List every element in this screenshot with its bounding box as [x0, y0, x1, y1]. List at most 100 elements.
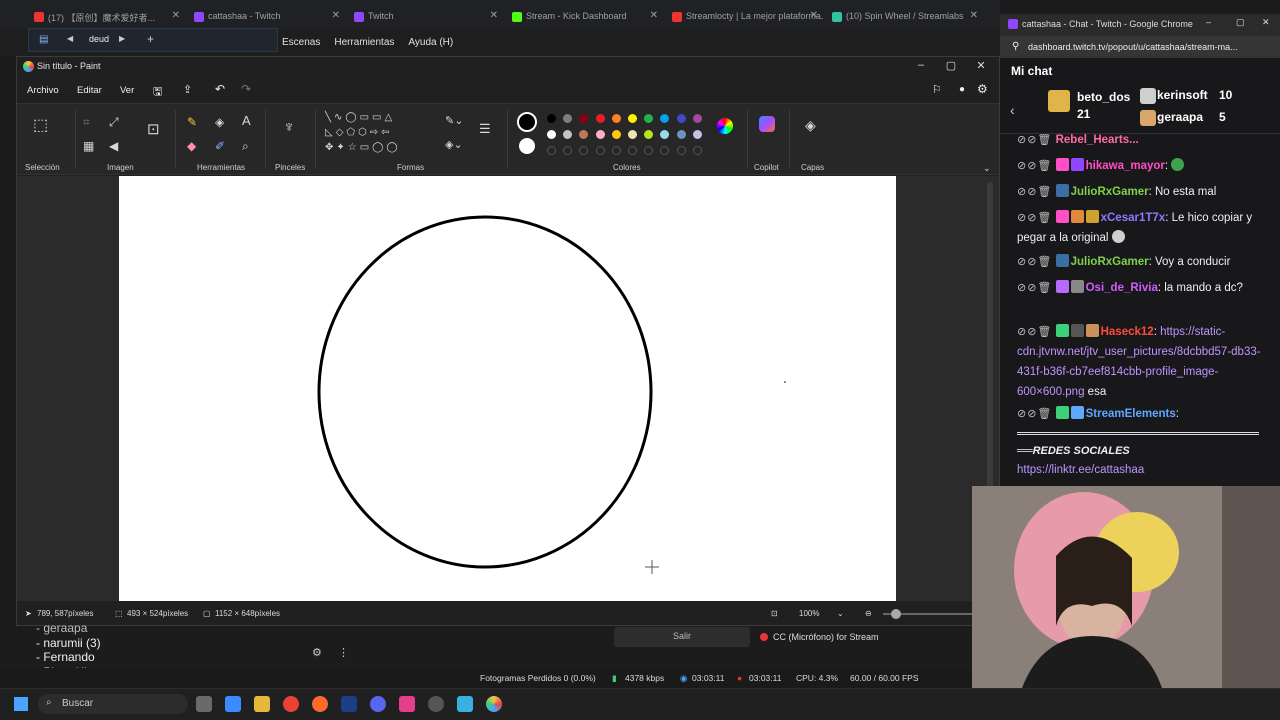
start-icon[interactable] — [14, 697, 28, 711]
color-swatch[interactable] — [547, 114, 556, 123]
firefox-icon[interactable] — [312, 696, 328, 712]
redo-icon[interactable]: ↷ — [241, 82, 251, 96]
account-icon[interactable]: ● — [959, 84, 965, 95]
undo-icon[interactable]: ↶ — [215, 82, 225, 96]
browser-tab[interactable]: Stream - Kick Dashboard ✕ — [504, 6, 664, 28]
chrome-icon[interactable] — [283, 696, 299, 712]
color-swatch[interactable] — [563, 130, 573, 139]
color-swatch[interactable] — [660, 114, 670, 123]
browser-tab[interactable]: (10) Spin Wheel / Streamlabs ✕ — [824, 6, 984, 28]
zoom-out-icon[interactable]: ⊖ — [865, 609, 872, 618]
mod-actions-icon[interactable]: ⊘⊘🗑 — [1017, 326, 1052, 338]
browser-tab[interactable]: (17) 【原创】魔术爱好者... ✕ — [26, 6, 186, 28]
exit-button[interactable]: Salir — [614, 627, 750, 647]
secondary-color-swatch[interactable] — [519, 138, 535, 154]
magnifier-icon[interactable]: ⌕ — [242, 140, 249, 152]
feedback-icon[interactable]: ⚐ — [932, 83, 942, 96]
notepad-icon[interactable] — [457, 696, 473, 712]
taskbar-search[interactable]: ⌕ Buscar — [38, 694, 188, 714]
maximize-icon[interactable]: ▢ — [1236, 17, 1245, 28]
close-icon[interactable]: ✕ — [490, 10, 498, 21]
image-fx-icon[interactable]: ▦ — [83, 140, 94, 152]
fit-icon[interactable]: ⊡ — [771, 609, 778, 618]
minimize-icon[interactable]: – — [911, 59, 931, 71]
color-swatch[interactable] — [579, 114, 589, 123]
color-swatch[interactable] — [644, 146, 654, 155]
zoom-slider-thumb[interactable] — [891, 609, 901, 619]
close-icon[interactable]: ✕ — [332, 10, 340, 21]
color-swatch[interactable] — [611, 146, 621, 155]
shape-fill-icon[interactable]: ◈⌄ — [445, 140, 463, 151]
maximize-icon[interactable]: ▢ — [941, 59, 961, 72]
shapes-gallery-icon[interactable]: ╲∿◯▭▭△ — [325, 113, 395, 123]
resize-icon[interactable]: ⤢ — [109, 116, 119, 128]
color-swatch[interactable] — [676, 146, 686, 155]
color-swatch[interactable] — [692, 130, 702, 139]
color-swatch[interactable] — [547, 130, 556, 139]
menu-herramientas[interactable]: Herramientas — [334, 37, 394, 48]
color-swatch[interactable] — [660, 130, 670, 139]
close-icon[interactable]: ✕ — [172, 10, 180, 21]
color-swatch[interactable] — [579, 146, 589, 155]
discord-icon[interactable] — [370, 696, 386, 712]
close-icon[interactable]: ✕ — [970, 10, 978, 21]
fill-icon[interactable]: ◈ — [215, 116, 224, 128]
copilot-icon[interactable] — [759, 116, 775, 132]
chat-username[interactable]: Rebel_Hearts... — [1056, 134, 1139, 146]
brush-icon[interactable]: ♆ — [283, 120, 295, 136]
color-swatch[interactable] — [692, 114, 702, 123]
selection-icon[interactable]: ⬚ — [33, 118, 48, 134]
color-swatch[interactable] — [628, 130, 637, 139]
color-swatch[interactable] — [595, 114, 605, 123]
size-icon[interactable]: ☰ — [479, 122, 491, 135]
settings-icon[interactable]: ⚙ — [977, 82, 988, 96]
rotate-icon[interactable]: ◀ — [109, 140, 118, 152]
outline-icon[interactable]: ✎⌄ — [445, 116, 463, 127]
color-swatch[interactable] — [579, 130, 589, 139]
color-swatch[interactable] — [563, 114, 573, 123]
color-swatch[interactable] — [563, 146, 573, 155]
color-swatch[interactable] — [628, 146, 637, 155]
app-icon[interactable] — [399, 696, 415, 712]
chat-username[interactable]: StreamElements — [1086, 408, 1176, 420]
drawing-canvas[interactable] — [119, 176, 896, 601]
chevron-left-icon[interactable]: ‹ — [1010, 102, 1015, 118]
color-swatch[interactable] — [644, 114, 654, 123]
mod-actions-icon[interactable]: ⊘⊘🗑 — [1017, 212, 1052, 224]
color-swatch[interactable] — [595, 146, 605, 155]
site-info-icon[interactable]: ⚲ — [1012, 41, 1019, 52]
close-icon[interactable]: ✕ — [1262, 17, 1270, 28]
color-swatch[interactable] — [611, 114, 621, 123]
shapes-gallery-icon[interactable]: ◺◇⬠⬡⇨⇦ — [325, 128, 393, 138]
color-picker-icon[interactable]: ✐ — [215, 140, 225, 152]
chat-url-bar[interactable]: ⚲ dashboard.twitch.tv/popout/u/cattashaa… — [1000, 36, 1280, 58]
color-swatch[interactable] — [676, 114, 686, 123]
mod-actions-icon[interactable]: ⊘⊘🗑 — [1017, 408, 1052, 420]
browser-tab[interactable]: Streamlocty | La mejor plataforma... ✕ — [664, 6, 824, 28]
mod-actions-icon[interactable]: ⊘⊘🗑 — [1017, 134, 1052, 146]
close-icon[interactable]: ✕ — [650, 10, 658, 21]
forward-icon[interactable]: ▶ — [119, 34, 125, 43]
chat-username[interactable]: JulioRxGamer — [1071, 186, 1149, 198]
chat-username[interactable]: xCesar1T7x — [1101, 212, 1166, 224]
mod-actions-icon[interactable]: ⊘⊘🗑 — [1017, 256, 1052, 268]
color-swatch[interactable] — [676, 130, 686, 139]
eraser-icon[interactable]: ◆ — [187, 140, 196, 152]
color-swatch[interactable] — [628, 114, 637, 123]
mod-actions-icon[interactable]: ⊘⊘🗑 — [1017, 282, 1052, 294]
color-swatch[interactable] — [547, 146, 556, 155]
back-icon[interactable]: ◀ — [67, 34, 73, 43]
chevron-down-icon[interactable]: ⌄ — [837, 609, 844, 618]
task-view-icon[interactable] — [196, 696, 212, 712]
chat-username[interactable]: Haseck12 — [1101, 326, 1154, 338]
file-explorer-icon[interactable] — [254, 696, 270, 712]
color-wheel-icon[interactable] — [717, 118, 733, 134]
paint-icon[interactable] — [486, 696, 502, 712]
social-link[interactable]: https://linktr.ee/cattashaa — [1017, 460, 1262, 480]
menu-editar[interactable]: Editar — [77, 85, 102, 96]
color-swatch[interactable] — [611, 130, 621, 139]
filter-settings-icon[interactable]: ⚙ — [312, 646, 322, 659]
image-select-icon[interactable]: ⊡ — [147, 122, 160, 137]
more-options-icon[interactable]: ⋮ — [338, 646, 349, 659]
mod-actions-icon[interactable]: ⊘⊘🗑 — [1017, 160, 1052, 172]
